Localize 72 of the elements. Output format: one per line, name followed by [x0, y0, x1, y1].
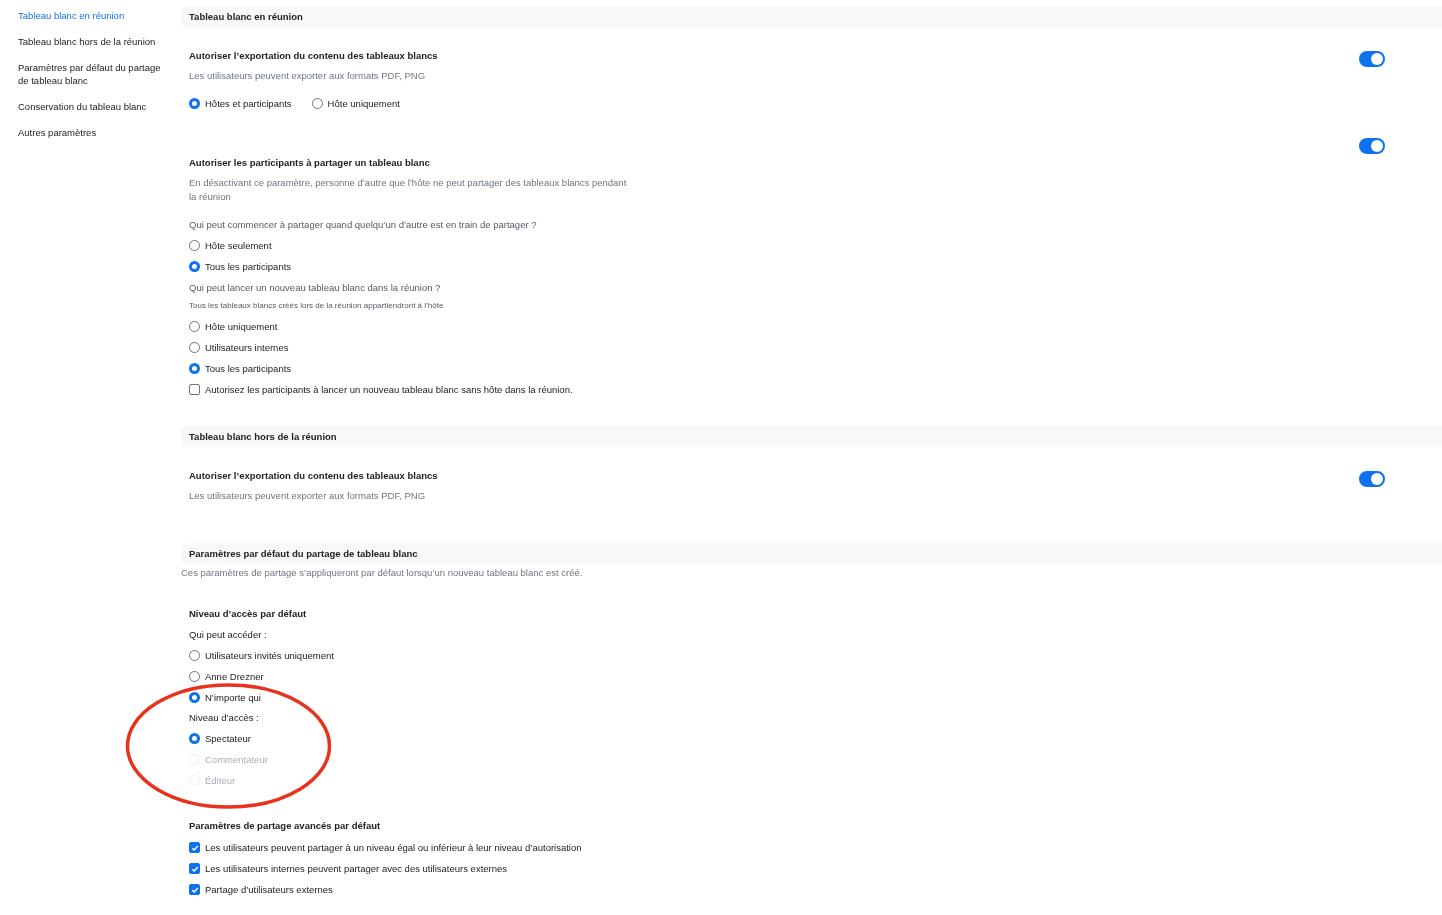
- radio-label: Spectateur: [205, 733, 251, 744]
- checkbox-option[interactable]: Les utilisateurs internes peuvent partager avec des utilisateurs externes: [189, 858, 1372, 879]
- radio-button[interactable]: [311, 98, 323, 109]
- checkbox-option[interactable]: Partage d’utilisateurs externes: [189, 879, 1372, 900]
- radio-label: Commentateur: [205, 754, 268, 765]
- sidebar-link[interactable]: Tableau blanc en réunion: [18, 9, 181, 35]
- sidebar-link[interactable]: Conservation du tableau blanc: [18, 100, 181, 126]
- sidebar-link[interactable]: Autres paramètres: [18, 126, 181, 152]
- radio-label: N’importe qui: [205, 692, 261, 703]
- checkbox-option[interactable]: Les utilisateurs peuvent partager à un niveau égal ou inférieur à leur niveau d’autorisation: [189, 837, 1372, 858]
- checkbox[interactable]: [189, 863, 200, 874]
- radio-option[interactable]: Anne Drezner: [189, 666, 1372, 687]
- setting-title: Autoriser les participants à partager un tableau blanc: [189, 156, 431, 170]
- setting-title: Autoriser l’exportation du contenu des tableaux blancs: [189, 469, 439, 483]
- radio-option[interactable]: Hôte uniquement: [311, 93, 400, 114]
- checkbox[interactable]: [189, 842, 200, 853]
- sidebar-link[interactable]: Paramètres par défaut du partage de tableau blanc: [18, 61, 181, 100]
- toggle-switch[interactable]: [1359, 138, 1385, 154]
- setting-description: En désactivant ce paramètre, personne d’autre que l’hôte ne peut partager des tableaux blancs pendant la réunion: [189, 176, 628, 204]
- radio-label: Hôtes et participants: [205, 98, 292, 109]
- radio-option[interactable]: Spectateur: [189, 728, 1372, 749]
- radio-button[interactable]: [189, 650, 200, 661]
- checkbox-label: Les utilisateurs peuvent partager à un niveau égal ou inférieur à leur niveau d’autorisation: [205, 842, 582, 853]
- setting-title: Autoriser l’exportation du contenu des tableaux blancs: [189, 49, 439, 63]
- radio-option[interactable]: Hôtes et participants: [189, 93, 292, 114]
- radio-button[interactable]: [189, 342, 200, 353]
- setting-description: Les utilisateurs peuvent exporter aux formats PDF, PNG: [189, 69, 427, 83]
- radio-label: Utilisateurs internes: [205, 342, 289, 353]
- checkbox-option[interactable]: Autorisez les participants à lancer un nouveau tableau blanc sans hôte dans la réunion.: [189, 379, 1372, 400]
- sidebar-link[interactable]: Tableau blanc hors de la réunion: [18, 35, 181, 61]
- radio-label: Tous les participants: [205, 261, 292, 272]
- radio-label: Utilisateurs invités uniquement: [205, 650, 334, 661]
- radio-option[interactable]: Hôte seulement: [189, 235, 1372, 256]
- radio-button[interactable]: [189, 733, 200, 744]
- radio-label: Hôte seulement: [205, 240, 272, 251]
- radio-label: Hôte uniquement: [327, 98, 400, 109]
- section-header: Tableau blanc en réunion: [181, 6, 1442, 27]
- radio-button[interactable]: [189, 671, 200, 682]
- note-text: Tous les tableaux blancs créés lors de la réunion appartiendront à l’hôte: [189, 300, 445, 312]
- radio-label: Anne Drezner: [205, 671, 264, 682]
- field-label: Niveau d’accès :: [189, 711, 260, 725]
- radio-label: Éditeur: [205, 775, 236, 786]
- section-header: Paramètres par défaut du partage de tableau blanc: [181, 543, 1442, 564]
- section-header: Tableau blanc hors de la réunion: [181, 426, 1442, 447]
- radio-option[interactable]: N’importe qui: [189, 687, 1372, 708]
- question-text: Qui peut commencer à partager quand quelqu’un d’autre est en train de partager ?: [189, 218, 538, 232]
- radio-option[interactable]: Utilisateurs invités uniquement: [189, 645, 1372, 666]
- radio-button[interactable]: [189, 363, 200, 374]
- section-description: Ces paramètres de partage s’appliqueront par défaut lorsqu’un nouveau tableau blanc est créé.: [181, 566, 584, 579]
- setting-title: Paramètres de partage avancés par défaut: [189, 819, 382, 833]
- setting-description: Les utilisateurs peuvent exporter aux formats PDF, PNG: [189, 489, 427, 503]
- radio-button[interactable]: [189, 98, 200, 109]
- field-label: Qui peut accéder :: [189, 628, 268, 642]
- radio-button[interactable]: [189, 321, 200, 332]
- setting-title: Niveau d’accès par défaut: [189, 607, 308, 621]
- checkbox-label: Autorisez les participants à lancer un nouveau tableau blanc sans hôte dans la réunion.: [205, 384, 573, 395]
- question-text: Qui peut lancer un nouveau tableau blanc dans la réunion ?: [189, 281, 442, 295]
- checkbox-label: Partage d’utilisateurs externes: [205, 884, 333, 895]
- radio-button[interactable]: [189, 240, 200, 251]
- radio-button[interactable]: [189, 261, 200, 272]
- radio-button[interactable]: [189, 692, 200, 703]
- radio-option[interactable]: Hôte uniquement: [189, 316, 1372, 337]
- radio-label: Hôte uniquement: [205, 321, 278, 332]
- checkbox[interactable]: [189, 884, 200, 895]
- radio-option[interactable]: Utilisateurs internes: [189, 337, 1372, 358]
- radio-label: Tous les participants: [205, 363, 292, 374]
- toggle-switch[interactable]: [1359, 471, 1385, 487]
- toggle-switch[interactable]: [1359, 51, 1385, 67]
- checkbox[interactable]: [189, 384, 200, 395]
- checkbox-label: Les utilisateurs internes peuvent partager avec des utilisateurs externes: [205, 863, 508, 874]
- radio-option[interactable]: Tous les participants: [189, 358, 1372, 379]
- radio-option[interactable]: Tous les participants: [189, 256, 1372, 277]
